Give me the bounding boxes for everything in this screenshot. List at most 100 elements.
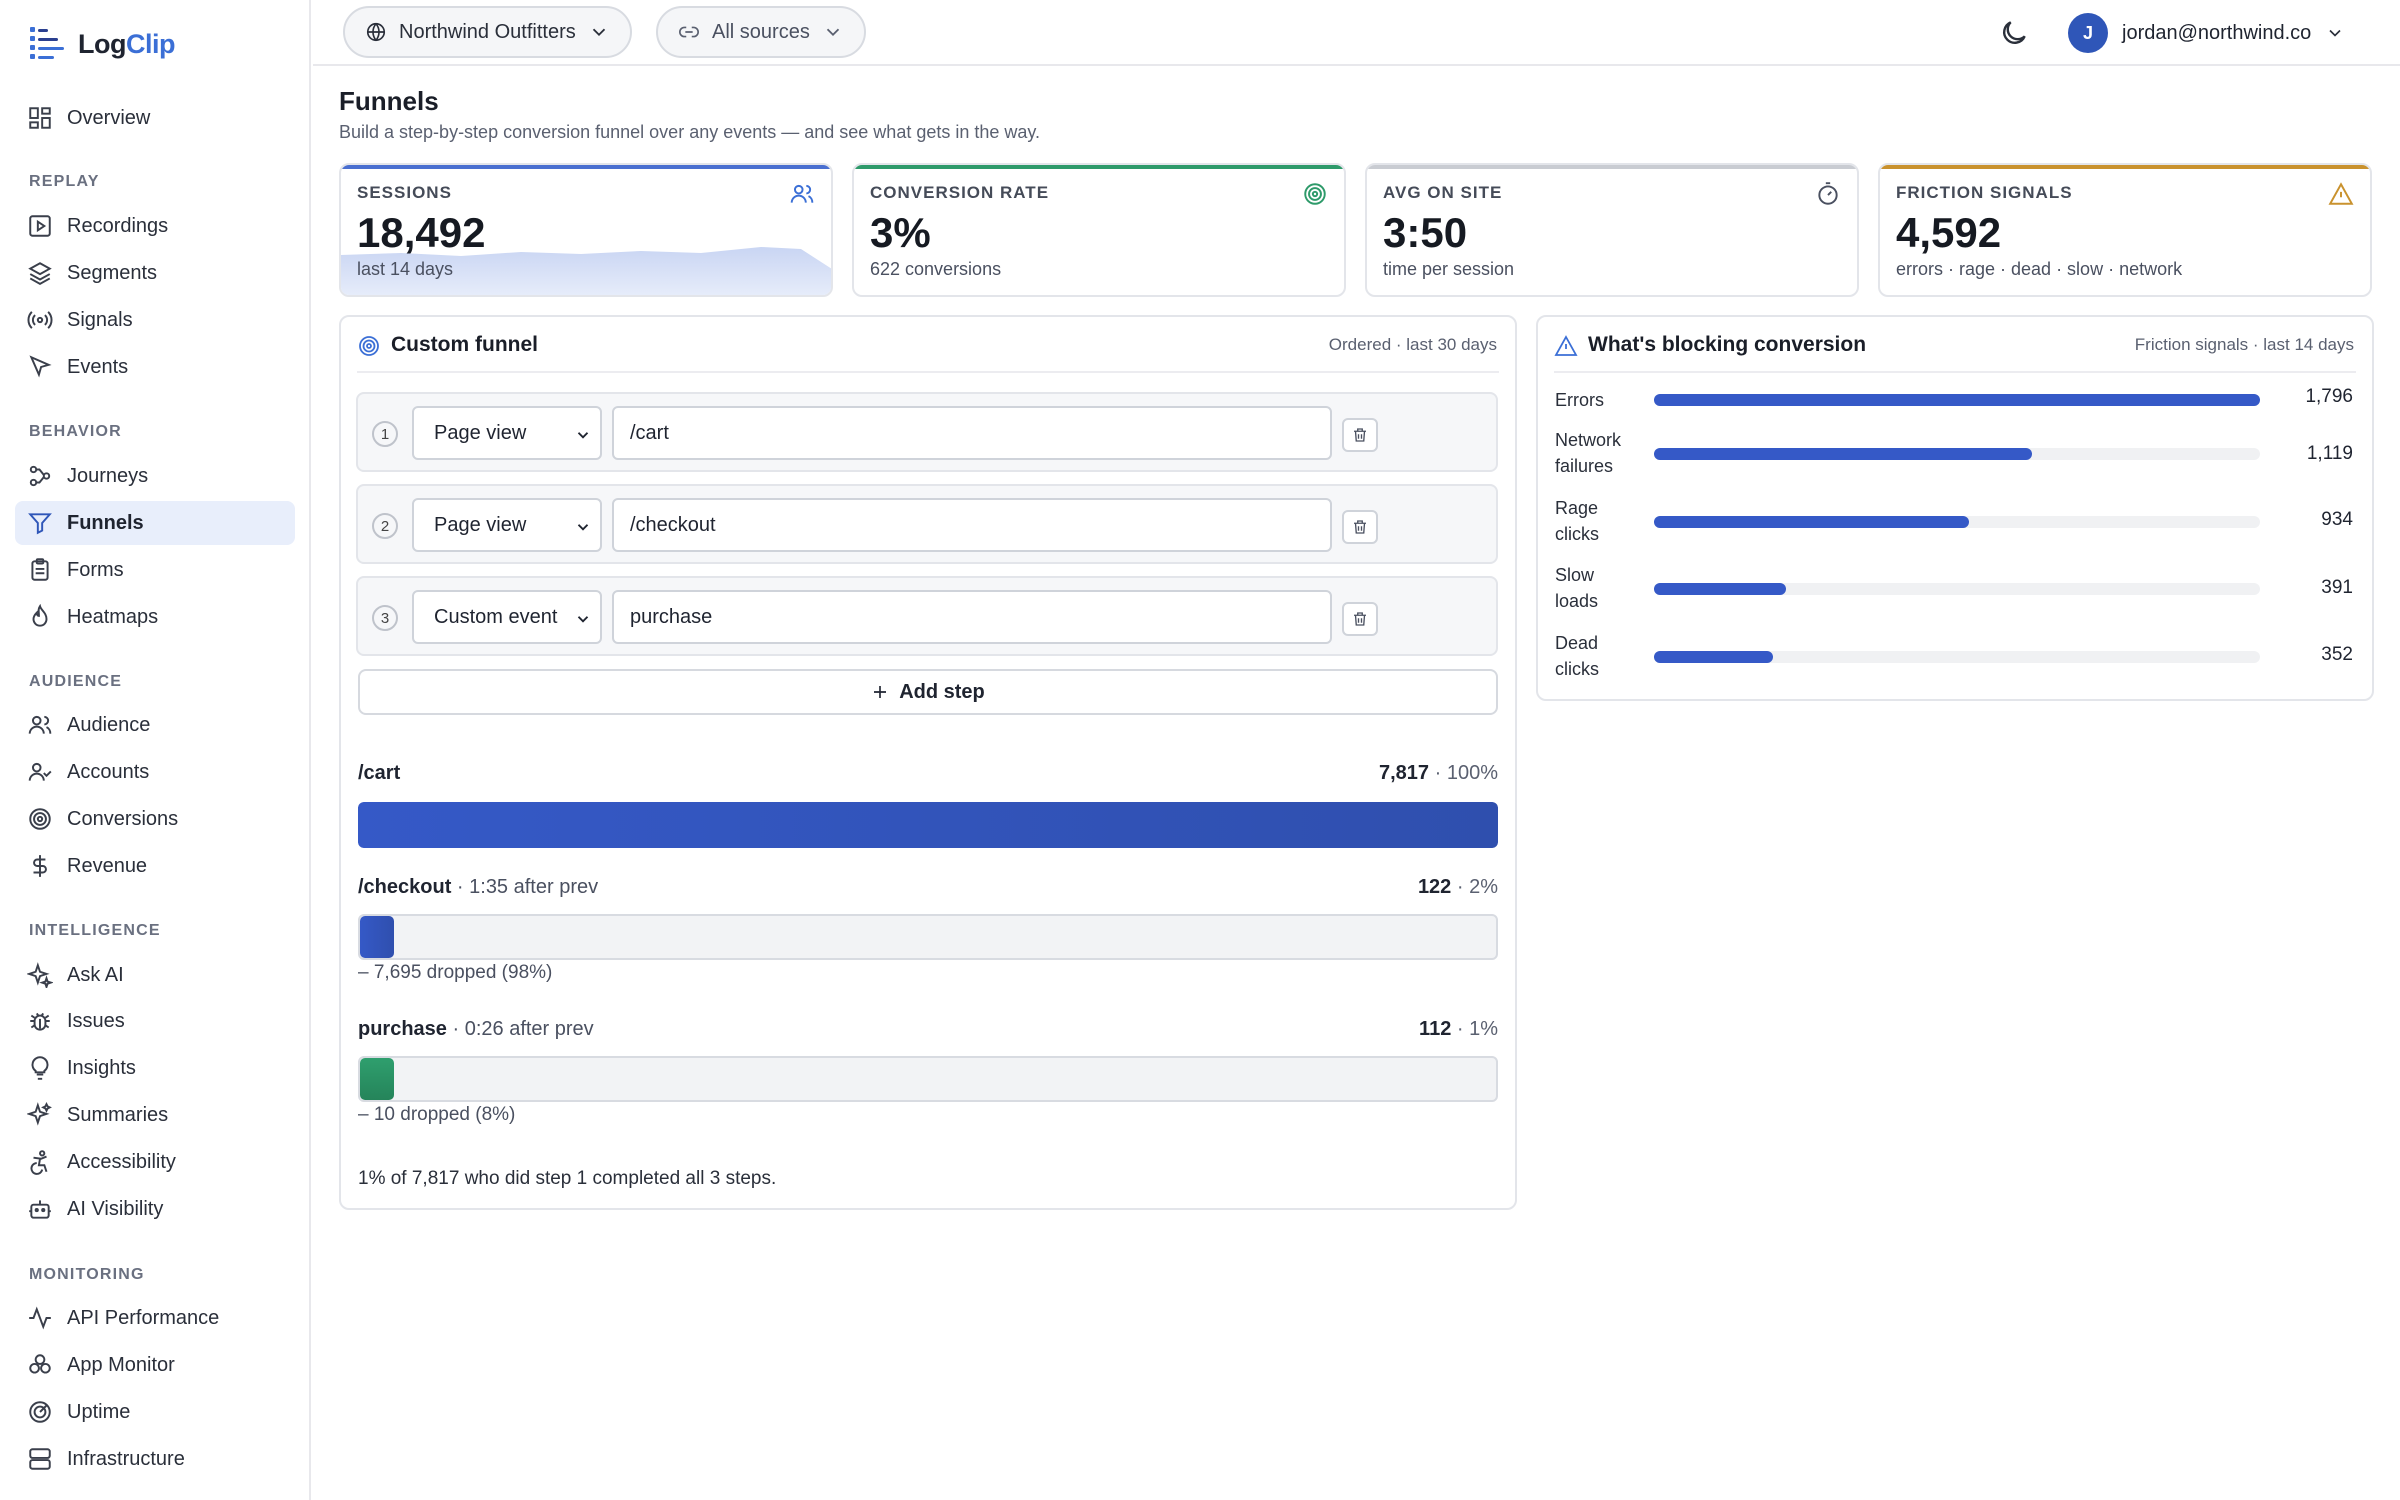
sidebar-item-journeys[interactable]: Journeys [15, 454, 295, 498]
funnel-bar-fill [360, 1058, 395, 1100]
nav-section-behavior: BEHAVIOR [29, 423, 122, 440]
sidebar-item-accounts[interactable]: Accounts [15, 750, 295, 794]
layers-icon [28, 262, 52, 285]
globe-icon [366, 22, 386, 42]
logo[interactable]: LogClip [28, 24, 175, 64]
sidebar-item-app-monitor[interactable]: App Monitor [15, 1343, 295, 1387]
sidebar-item-label: Heatmaps [67, 605, 159, 628]
step-type-value: Custom event [434, 605, 558, 628]
clipboard-icon [31, 558, 49, 581]
workspace-selector[interactable]: Northwind Outfitters [343, 6, 632, 58]
sidebar-item-label: App Monitor [67, 1353, 175, 1376]
delete-step-button[interactable] [1342, 418, 1378, 452]
source-selector[interactable]: All sources [656, 6, 866, 58]
delete-step-button[interactable] [1342, 602, 1378, 636]
sidebar-item-api-performance[interactable]: API Performance [15, 1296, 295, 1340]
step-value-input[interactable]: purchase [612, 590, 1332, 644]
user-check-icon [28, 762, 52, 781]
sidebar-item-label: Audience [67, 713, 151, 736]
logo-text: LogClip [78, 28, 175, 59]
blocker-bar-track [1654, 448, 2260, 460]
sidebar-item-uptime[interactable]: Uptime [15, 1390, 295, 1434]
broadcast-icon [27, 311, 53, 329]
chevron-down-icon [577, 616, 589, 623]
target-icon [1304, 183, 1326, 205]
timer-icon [1818, 182, 1838, 205]
sidebar-item-label: Recordings [67, 214, 169, 237]
sparkles-icon [27, 962, 53, 988]
blocker-bar-track [1654, 651, 2260, 663]
delete-step-button[interactable] [1342, 510, 1378, 544]
server-icon [29, 1448, 51, 1470]
sidebar-item-signals[interactable]: Signals [15, 298, 295, 342]
blocker-bar-fill [1654, 448, 2032, 460]
funnel-step: 2 Page view /checkout [356, 484, 1498, 564]
sidebar-item-forms[interactable]: Forms [15, 548, 295, 592]
sidebar-item-recordings[interactable]: Recordings [15, 204, 295, 248]
sidebar-item-label: Funnels [67, 511, 144, 534]
user-menu[interactable]: J jordan@northwind.co [2068, 12, 2345, 54]
step-type-select[interactable]: Page view [412, 406, 602, 460]
kpi-label: FRICTION SIGNALS [1896, 183, 2073, 202]
kpi-sub: last 14 days [357, 259, 454, 279]
nav-section-monitoring: MONITORING [29, 1266, 145, 1283]
kpi-card-conversion-rate: CONVERSION RATE 3% 622 conversions [852, 163, 1346, 297]
funnel-step: 1 Page view /cart [356, 392, 1498, 472]
activity-icon [29, 1306, 51, 1330]
kpi-label: AVG ON SITE [1383, 183, 1503, 202]
sidebar-item-overview[interactable]: Overview [15, 96, 295, 140]
sidebar-item-label: Infrastructure [67, 1447, 185, 1470]
warning-icon [2328, 182, 2354, 205]
grid-icon [29, 107, 51, 129]
sidebar-item-ask-ai[interactable]: Ask AI [15, 953, 295, 997]
card-meta: Friction signals · last 14 days [2134, 335, 2354, 354]
funnel-result-label: /cart [358, 762, 401, 784]
sidebar-item-summaries[interactable]: Summaries [15, 1093, 295, 1137]
blocker-value: 1,796 [2305, 386, 2353, 407]
sidebar-item-revenue[interactable]: Revenue [15, 844, 295, 888]
funnel-summary: 1% of 7,817 who did step 1 completed all… [358, 1168, 777, 1189]
funnel-result-count: 122 · 2% [1417, 876, 1498, 898]
sidebar-item-ai-visibility[interactable]: AI Visibility [15, 1187, 295, 1231]
sidebar-item-funnels[interactable]: Funnels [15, 501, 295, 545]
step-value-input[interactable]: /checkout [612, 498, 1332, 552]
kpi-card-friction-signals: FRICTION SIGNALS 4,592 errors · rage · d… [1878, 163, 2372, 297]
sidebar-item-conversions[interactable]: Conversions [15, 797, 295, 841]
blocker-bar-track [1654, 583, 2260, 595]
source-name: All sources [712, 20, 810, 43]
blocker-value: 1,119 [2306, 443, 2353, 464]
sidebar-item-infrastructure[interactable]: Infrastructure [15, 1437, 295, 1481]
blocker-label: Dead clicks [1555, 633, 1599, 679]
funnel-icon [28, 513, 52, 535]
sidebar-item-label: Events [67, 355, 129, 378]
step-type-select[interactable]: Custom event [412, 590, 602, 644]
sidebar-item-label: Journeys [67, 464, 149, 487]
trash-icon [1354, 428, 1366, 442]
users-icon [28, 715, 52, 734]
add-step-button[interactable]: Add step [358, 669, 1498, 715]
sidebar-item-insights[interactable]: Insights [15, 1046, 295, 1090]
divider [1554, 371, 2356, 373]
sidebar-item-label: Overview [67, 106, 151, 129]
kpi-label: SESSIONS [357, 183, 452, 202]
sidebar-item-audience[interactable]: Audience [15, 703, 295, 747]
add-step-label: Add step [899, 680, 985, 703]
step-type-select[interactable]: Page view [412, 498, 602, 552]
sidebar: LogClip Overview REPLAY Recordings Segme… [0, 0, 311, 1500]
moon-icon[interactable] [1998, 17, 2030, 49]
dropped-text: – 10 dropped (8%) [358, 1104, 516, 1125]
kpi-sub: time per session [1383, 259, 1515, 279]
sidebar-item-heatmaps[interactable]: Heatmaps [15, 595, 295, 639]
sidebar-item-segments[interactable]: Segments [15, 251, 295, 295]
target-icon [359, 336, 379, 356]
funnel-result-label: /checkout · 1:35 after prev [358, 876, 599, 898]
sidebar-item-issues[interactable]: Issues [15, 999, 295, 1043]
sidebar-item-events[interactable]: Events [15, 345, 295, 389]
sidebar-item-label: Conversions [67, 807, 179, 830]
kpi-value: 18,492 [357, 209, 486, 256]
page-subtitle: Build a step-by-step conversion funnel o… [339, 122, 1041, 142]
kpi-label: CONVERSION RATE [870, 183, 1050, 202]
step-value-input[interactable]: /cart [612, 406, 1332, 460]
page-title: Funnels [339, 86, 439, 116]
sidebar-item-accessibility[interactable]: Accessibility [15, 1140, 295, 1184]
